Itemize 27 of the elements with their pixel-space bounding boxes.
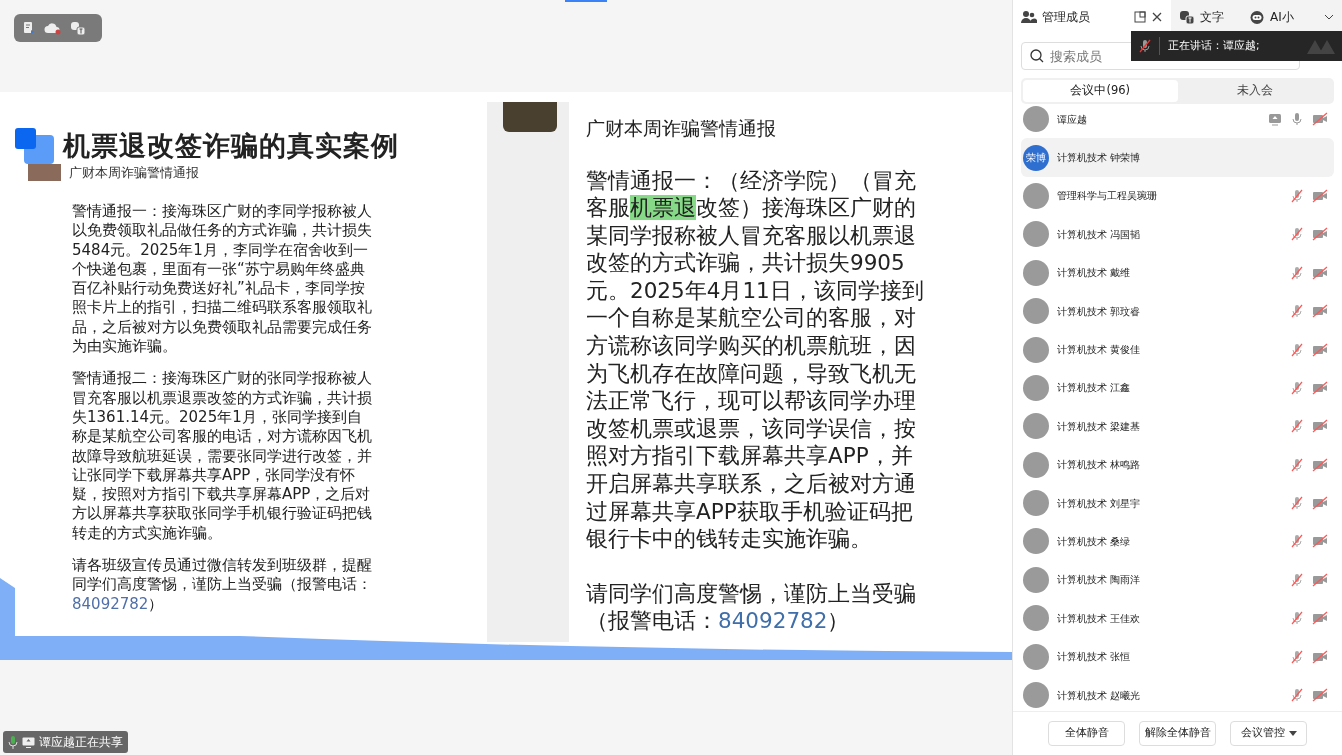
member-name: 计算机技术 桑绿 [1057,535,1132,549]
member-name: 计算机技术 刘星宇 [1057,496,1142,511]
tooltip-text: 正在讲话：谭应越; [1168,38,1260,54]
slide-subtitle: 广财本周诈骗警情通报 [69,163,199,182]
member-name: 计算机技术 郭玟睿 [1057,304,1142,319]
slide-paragraph: 警情通报二：接海珠区广财的张同学报称被人冒充客服以机票退票改签的方式诈骗，共计损失1361.14元。2025年1月，张同学接到自称是某航空公司客服的电话，对方谎称因飞机故障导致航班延误，需要张同学进行改签，并让张同学下载屏幕共享APP，张同学没有怀疑，按照对方指引下载共享屏幕APP，之后对方以屏幕共享获取张同学手机银行验证码把钱转走的方式实施诈骗。 [72,369,372,544]
member-name: 谭应越 [1057,112,1088,127]
member-name: 计算机技术 戴维 [1057,266,1132,281]
slide-paragraph: 请各班级宣传员通过微信转发到班级群，提醒同学们高度警惕，谨防上当受骗（报警电话： 84092782） [72,556,372,614]
member-name: 计算机技术 林鸣路 [1057,458,1142,473]
sharing-status-text: 谭应越正在共享 [39,734,123,751]
member-name: 计算机技术 冯国韬 [1057,227,1142,242]
member-name: 计算机技术 钟荣博 [1057,151,1142,166]
member-name: 计算机技术 陶雨洋 [1057,573,1142,588]
member-name: 计算机技术 江鑫 [1057,381,1132,396]
member-name: 计算机技术 黄俊佳 [1057,343,1142,358]
member-name: 计算机技术 赵曦光 [1057,688,1142,703]
slide-paragraph: 警情通报一：接海珠区广财的李同学报称被人以免费领取礼品做任务的方式诈骗，共计损失5484元。2025年1月，李同学在宿舍收到一个快递包裹，里面有一张“苏宁易购年终盛典百亿补贴行动免费送好礼”礼品卡，李同学按照卡片上的指引，扫描二维码联系客服领取礼品，之后被对方以免费领取礼品需要完成任务为由实施诈骗。 [72,202,372,357]
member-name: 计算机技术 梁建基 [1057,419,1142,434]
message-title: 广财本周诈骗警情通报 [586,116,777,141]
member-name: 计算机技术 王佳欢 [1057,611,1142,626]
member-name: 计算机技术 张恒 [1057,650,1132,665]
avatar: 荣博 [1023,144,1049,171]
message-paragraph: 警情通报一：（经济学院）（冒充客服机票退改签）接海珠区广财的某同学报称被人冒充客服以机票退改签的方式诈骗，共计损失9905元。2025年4月11日，该同学接到一个自称是某航空公司的客服，对方谎称该同学购买的机票航班，因为飞机存在故障问题，导致飞机无法正常飞行，现可以帮该同学办理改签机票或退票，该同学误信，按照对方指引下载屏幕共享APP，并开启屏幕共享联系，之后被对方通过屏幕共享APP获取手机验证码把银行卡中的钱转走实施诈骗。 [586,166,925,553]
member-name: 管理科学与工程吴琬珊 [1057,189,1158,204]
slide-title: 机票退改签诈骗的真实案例 [63,129,399,163]
message-paragraph: 请同学们高度警惕，谨防上当受骗（报警电话：84092782） [586,579,917,635]
